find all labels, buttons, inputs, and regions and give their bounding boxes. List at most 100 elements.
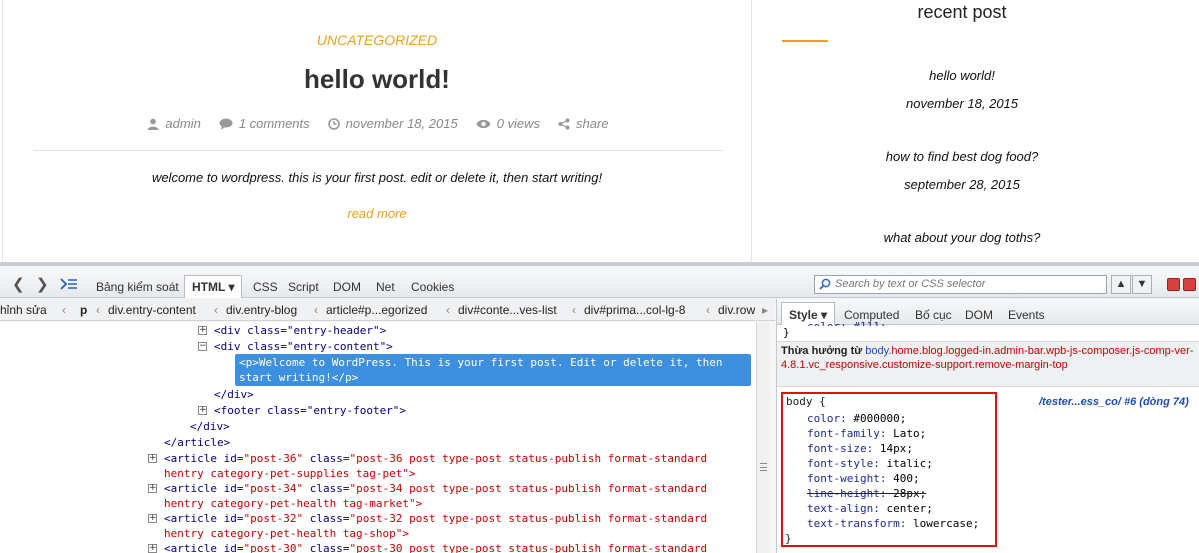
css-property-value: Lato;: [893, 427, 927, 440]
tree-node-cont: hentry category-pet-supplies tag-pet">: [164, 467, 416, 480]
search-next-button[interactable]: ▼: [1132, 275, 1152, 294]
edit-button[interactable]: hỉnh sửa: [0, 303, 47, 317]
breadcrumb-separator: ‹: [96, 303, 100, 317]
read-more-link[interactable]: read more: [3, 206, 751, 221]
css-property-name: font-family: [807, 427, 880, 440]
forward-icon[interactable]: ❯: [36, 275, 49, 293]
console-icon[interactable]: [60, 278, 78, 290]
recent-post-title[interactable]: hello world!: [752, 68, 1172, 83]
article-id: post-32: [250, 512, 297, 525]
tree-node[interactable]: <footer class="entry-footer">: [214, 403, 406, 418]
tab-cookies[interactable]: Cookies: [411, 280, 454, 294]
expand-icon[interactable]: +: [148, 454, 157, 463]
user-icon: [147, 118, 159, 130]
tree-node[interactable]: <div class="entry-header">: [214, 323, 386, 338]
selected-tree-node[interactable]: <p>Welcome to WordPress. This is your fi…: [235, 354, 751, 386]
tree-node[interactable]: <div class="entry-content">: [214, 339, 393, 354]
meta-date-label: november 18, 2015: [345, 116, 458, 131]
tab-html[interactable]: HTML ▾: [184, 275, 243, 298]
css-property-value: lowercase;: [912, 517, 980, 530]
recent-post-title[interactable]: how to find best dog food?: [752, 149, 1172, 164]
expand-icon[interactable]: +: [148, 544, 157, 553]
recent-post-title[interactable]: what about your dog toths?: [752, 230, 1172, 245]
css-property-overridden[interactable]: line-height: 28px;: [807, 487, 926, 500]
tree-node-cont: hentry category-pet-health tag-shop">: [164, 527, 410, 540]
css-source-link[interactable]: /tester...ess_co/ #6 (dòng 74): [1039, 396, 1189, 408]
back-icon[interactable]: ❮: [12, 275, 25, 293]
tab-dom[interactable]: DOM: [333, 280, 361, 294]
sidebar-title-underline: [782, 40, 828, 42]
post-title[interactable]: hello world!: [3, 64, 751, 95]
meta-share[interactable]: share: [558, 116, 609, 131]
tree-node[interactable]: <article id="post-32" class="post-32 pos…: [164, 511, 707, 526]
css-property[interactable]: font-weight: 400;: [807, 472, 920, 485]
html-tree[interactable]: + <div class="entry-header"> − <div clas…: [0, 322, 756, 553]
tree-node[interactable]: <article id="post-30" class="post-30 pos…: [164, 541, 707, 553]
expand-icon[interactable]: +: [148, 514, 157, 523]
clock-icon: [327, 117, 340, 130]
article-class: post-30 post type-post status-publish fo…: [356, 542, 708, 553]
css-property[interactable]: font-style: italic;: [807, 457, 933, 470]
css-property-name: font-style: [807, 457, 874, 470]
css-properties: color: #000000; font-family: Lato; font-…: [777, 299, 1199, 553]
tree-node[interactable]: <article id="post-36" class="post-36 pos…: [164, 451, 707, 466]
breadcrumb-scroll-icon[interactable]: ▸: [762, 303, 768, 317]
breadcrumb-separator: ‹: [572, 303, 576, 317]
search-icon: [819, 278, 831, 290]
minimize-icon[interactable]: [1167, 278, 1180, 291]
search-placeholder: Search by text or CSS selector: [835, 278, 986, 290]
breadcrumb-separator: ‹: [214, 303, 218, 317]
css-property[interactable]: text-align: center;: [807, 502, 933, 515]
breadcrumb-item[interactable]: article#p...egorized: [326, 303, 427, 317]
tree-node[interactable]: <article id="post-34" class="post-34 pos…: [164, 481, 707, 496]
tree-node[interactable]: </div>: [214, 387, 254, 402]
article-class: post-36 post type-post status-publish fo…: [356, 452, 708, 465]
breadcrumb-item[interactable]: p: [80, 303, 87, 317]
breadcrumb-item[interactable]: div.entry-content: [108, 303, 196, 317]
search-input[interactable]: Search by text or CSS selector: [814, 275, 1107, 294]
post-meta: admin 1 comments november 18, 2015 0 vie…: [33, 116, 723, 151]
tab-net[interactable]: Net: [376, 280, 395, 294]
css-property-value: 400;: [893, 472, 920, 485]
expand-icon[interactable]: +: [198, 406, 207, 415]
css-rule-close: }: [785, 532, 792, 545]
tab-css[interactable]: CSS: [253, 280, 278, 294]
search-prev-button[interactable]: ▲: [1111, 275, 1131, 294]
css-property[interactable]: font-family: Lato;: [807, 427, 926, 440]
article-id: post-36: [250, 452, 297, 465]
article-class: post-34 post type-post status-publish fo…: [356, 482, 708, 495]
tree-node[interactable]: </article>: [164, 435, 230, 450]
expand-icon[interactable]: +: [198, 326, 207, 335]
collapse-icon[interactable]: −: [198, 342, 207, 351]
close-icon[interactable]: [1183, 278, 1196, 291]
breadcrumb-separator: ‹: [62, 303, 66, 317]
post-category-link[interactable]: UNCATEGORIZED: [3, 32, 751, 48]
css-property-name: font-size: [807, 442, 867, 455]
expand-icon[interactable]: +: [148, 484, 157, 493]
meta-comments[interactable]: 1 comments: [219, 116, 310, 131]
tab-console[interactable]: Bảng kiểm soát: [96, 280, 179, 294]
css-property-value: 14px;: [879, 442, 913, 455]
breadcrumb-item[interactable]: div.entry-blog: [226, 303, 297, 317]
meta-share-label: share: [576, 116, 609, 131]
meta-author[interactable]: admin: [147, 116, 201, 131]
css-property[interactable]: text-transform: lowercase;: [807, 517, 979, 530]
scrollbar-grip[interactable]: [760, 463, 767, 471]
breadcrumb-item[interactable]: div.row: [718, 303, 755, 317]
breadcrumb-item[interactable]: div#prima...col-lg-8: [584, 303, 685, 317]
tree-scrollbar[interactable]: [756, 322, 770, 553]
css-property[interactable]: font-size: 14px;: [807, 442, 913, 455]
tab-script[interactable]: Script: [288, 280, 319, 294]
meta-views-label: 0 views: [496, 116, 541, 131]
recent-post-date: september 28, 2015: [904, 177, 1020, 192]
tree-node-cont: hentry category-pet-health tag-market">: [164, 497, 423, 510]
meta-views: 0 views: [476, 116, 540, 131]
article-class: post-32 post type-post status-publish fo…: [356, 512, 708, 525]
tree-node[interactable]: </div>: [190, 419, 230, 434]
breadcrumb-item[interactable]: div#conte...ves-list: [458, 303, 557, 317]
css-property[interactable]: color: #000000;: [807, 412, 906, 425]
devtools-panel: ❮ ❯ Bảng kiểm soát HTML ▾ CSS Script DOM…: [0, 262, 1199, 553]
article-id: post-30: [250, 542, 297, 553]
devtools-toolbar: ❮ ❯ Bảng kiểm soát HTML ▾ CSS Script DOM…: [0, 270, 1199, 298]
style-side-panel: Style ▾ Computed Bố cục DOM Events color…: [776, 299, 1199, 553]
